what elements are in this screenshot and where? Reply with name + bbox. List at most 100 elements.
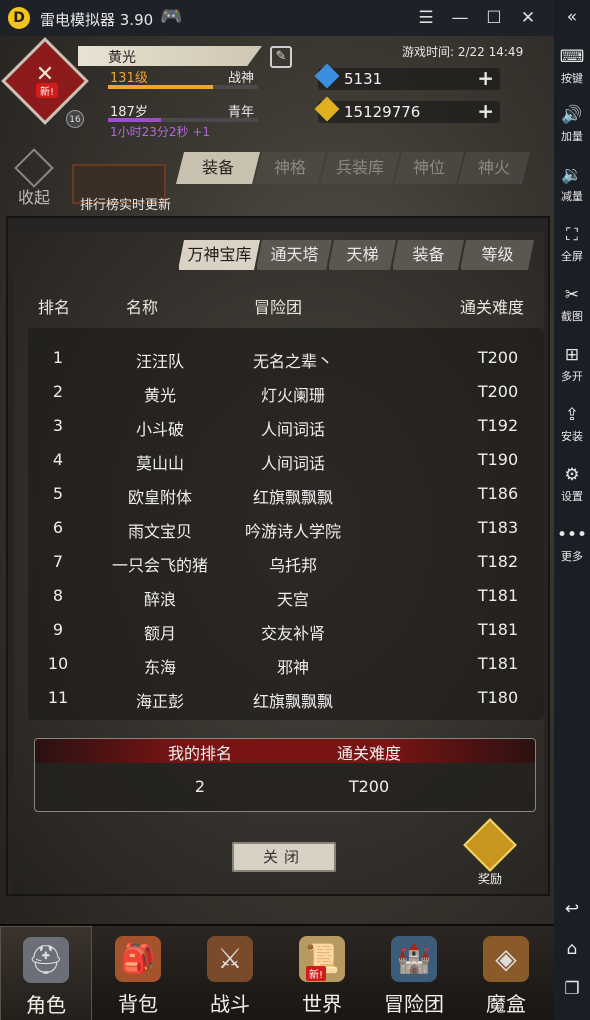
reward-button[interactable]: 奖励 [463, 818, 517, 887]
bottom-nav: ⛑ 角色 🎒 背包 ⚔ 战斗 📜 新! 世界 🏰 冒险团 ◈ 魔盒 [0, 924, 554, 1020]
home-button[interactable]: ⌂ [554, 938, 590, 960]
game-screen: ✕ 新! 16 黄光 ✎ 131级 战神 187岁 青年 1小时23分2秒 +1… [0, 36, 554, 1020]
leaderboard-panel: 万神宝库 通天塔 天梯 装备 等级 排名 名称 冒险团 通关难度 1 汪汪队 无… [6, 216, 550, 896]
sidebar-volume-down[interactable]: 🔉 减量 [554, 164, 590, 204]
keyboard-icon: ⌨ [559, 47, 585, 67]
apk-install-icon: ⇪ [564, 405, 580, 425]
diamond-resource: 5131 + [314, 63, 500, 90]
nav-character[interactable]: ⛑ 角色 [0, 926, 92, 1020]
magic-box-icon: ◈ [483, 936, 529, 982]
my-rank-box: 我的排名 通关难度 2 T200 [34, 738, 536, 812]
diamond-frame-icon [14, 148, 54, 188]
my-rank-label: 我的排名 [167, 744, 232, 763]
tab-godhood[interactable]: 神格 [254, 152, 326, 184]
tab-god-fire[interactable]: 神火 [458, 152, 530, 184]
tab-equipment[interactable]: 装备 [176, 152, 260, 184]
sidebar-install[interactable]: ⇪ 安装 [554, 404, 590, 444]
volume-down-icon: 🔉 [561, 165, 583, 185]
sidebar-more[interactable]: ••• 更多 [554, 524, 590, 564]
table-row[interactable]: 2 黄光 灯火阑珊 T200 [28, 376, 544, 410]
header-team: 冒险团 [254, 298, 303, 317]
game-time: 游戏时间: 2/22 14:49 [402, 45, 524, 59]
fullscreen-icon: ⛶ [566, 225, 578, 245]
nav-battle[interactable]: ⚔ 战斗 [184, 926, 276, 1020]
more-icon: ••• [556, 525, 588, 545]
recent-apps-button[interactable]: ❐ [554, 978, 590, 1000]
nav-magic-box[interactable]: ◈ 魔盒 [460, 926, 552, 1020]
gear-icon: ⚙ [564, 465, 580, 485]
sidebar-settings[interactable]: ⚙ 设置 [554, 464, 590, 504]
helmet-icon: ⛑ [23, 937, 69, 983]
diamond-amount: 5131 [344, 70, 383, 88]
leaderboard-paper: 万神宝库 通天塔 天梯 装备 等级 排名 名称 冒险团 通关难度 1 汪汪队 无… [14, 232, 544, 894]
sword-shield-icon: ⚔ [207, 936, 253, 982]
header-difficulty: 通关难度 [460, 298, 525, 317]
add-gold-button[interactable]: + [477, 99, 494, 123]
emulator-titlebar: D 雷电模拟器 3.90 🎮 ☰ — ☐ ✕ [0, 0, 590, 36]
table-row[interactable]: 1 汪汪队 无名之辈丶 T200 [28, 342, 544, 376]
tab-ladder[interactable]: 天梯 [328, 240, 396, 270]
castle-icon: 🏰 [391, 936, 437, 982]
minimize-icon[interactable]: — [446, 5, 474, 31]
table-row[interactable]: 4 莫山山 人间词话 T190 [28, 444, 544, 478]
collapse-button[interactable]: 收起 [6, 148, 62, 208]
multi-open-icon: ⊞ [564, 345, 580, 365]
tab-equipment-rank[interactable]: 装备 [392, 240, 464, 270]
player-class: 战神 [228, 71, 255, 86]
tab-armory[interactable]: 兵装库 [320, 152, 400, 184]
header-name: 名称 [126, 298, 159, 317]
age-progress-bar [108, 118, 258, 122]
sidebar-screenshot[interactable]: ✂ 截图 [554, 284, 590, 324]
sidebar-volume-up[interactable]: 🔊 加量 [554, 104, 590, 144]
level-progress-bar [108, 85, 258, 89]
nav-backpack[interactable]: 🎒 背包 [92, 926, 184, 1020]
player-name-plate: 黄光 [78, 46, 262, 66]
sidebar-fullscreen[interactable]: ⛶ 全屏 [554, 224, 590, 264]
table-row[interactable]: 9 额月 交友补肾 T181 [28, 614, 544, 648]
world-new-badge: 新! [306, 966, 327, 981]
recent-apps-icon: ❐ [564, 979, 580, 999]
volume-up-icon: 🔊 [561, 105, 583, 125]
table-row[interactable]: 7 一只会飞的猪 乌托邦 T182 [28, 546, 544, 580]
new-badge: 新! [36, 83, 59, 98]
table-row[interactable]: 11 海正彭 红旗飘飘飘 T180 [28, 682, 544, 716]
my-rank-value: 2 [194, 777, 206, 796]
sidebar-multi-open[interactable]: ⊞ 多开 [554, 344, 590, 384]
my-difficulty-label: 通关难度 [336, 744, 401, 763]
emulator-logo-icon: D [8, 7, 30, 29]
small-level-badge: 16 [66, 110, 84, 128]
maximize-icon[interactable]: ☐ [480, 5, 508, 31]
home-icon: ⌂ [566, 939, 578, 959]
table-row[interactable]: 6 雨文宝贝 吟游诗人学院 T183 [28, 512, 544, 546]
tab-god-rank[interactable]: 神位 [394, 152, 464, 184]
collapse-sidebar-icon[interactable]: « [554, 6, 590, 28]
table-row[interactable]: 3 小斗破 人间词话 T192 [28, 410, 544, 444]
nav-world[interactable]: 📜 新! 世界 [276, 926, 368, 1020]
table-row[interactable]: 10 东海 邪神 T181 [28, 648, 544, 682]
sidebar-keyboard[interactable]: ⌨ 按键 [554, 46, 590, 86]
menu-icon[interactable]: ☰ [412, 5, 440, 31]
tab-sky-tower[interactable]: 通天塔 [256, 240, 332, 270]
table-row[interactable]: 5 欧皇附体 红旗飘飘飘 T186 [28, 478, 544, 512]
reward-label: 奖励 [477, 872, 502, 886]
close-icon[interactable]: ✕ [514, 5, 542, 31]
gold-resource: 15129776 + [314, 96, 500, 123]
tab-level-rank[interactable]: 等级 [460, 240, 534, 270]
edit-icon[interactable]: ✎ [270, 46, 292, 68]
close-button[interactable]: 关闭 [232, 842, 336, 872]
treasure-chest-icon [463, 818, 517, 872]
gold-amount: 15129776 [344, 103, 421, 121]
life-timer: 1小时23分2秒 +1 [110, 125, 211, 139]
my-rank-header: 我的排名 通关难度 [35, 739, 535, 763]
player-level: 131级 [110, 71, 148, 86]
rank-list: 1 汪汪队 无名之辈丶 T200 2 黄光 灯火阑珊 T200 3 小斗破 人间… [28, 328, 544, 720]
gamepad-icon[interactable]: 🎮 [160, 6, 182, 27]
add-diamond-button[interactable]: + [477, 66, 494, 90]
backpack-icon: 🎒 [115, 936, 161, 982]
back-icon: ↩ [564, 899, 580, 919]
header-rank: 排名 [38, 298, 71, 317]
nav-adventure-group[interactable]: 🏰 冒险团 [368, 926, 460, 1020]
table-row[interactable]: 8 醉浪 天宫 T181 [28, 580, 544, 614]
tab-pantheon-vault[interactable]: 万神宝库 [178, 240, 260, 270]
back-button[interactable]: ↩ [554, 898, 590, 920]
